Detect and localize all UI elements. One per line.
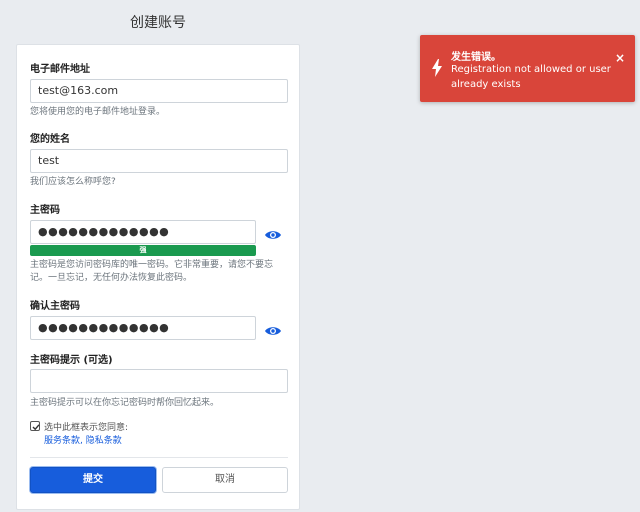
- name-label: 您的姓名: [30, 134, 70, 145]
- name-field[interactable]: test: [30, 149, 288, 173]
- toast-title: 发生错误。: [451, 52, 501, 63]
- divider: [30, 457, 288, 458]
- agree-text: 选中此框表示您同意:: [44, 423, 129, 433]
- submit-button[interactable]: 提交: [30, 467, 156, 493]
- terms-link[interactable]: 服务条款: [44, 436, 80, 446]
- privacy-link[interactable]: 隐私条款: [86, 436, 122, 446]
- eye-icon[interactable]: [264, 226, 282, 240]
- agree-checkbox[interactable]: [30, 421, 40, 431]
- close-icon[interactable]: ×: [615, 51, 625, 65]
- confirm-password-field[interactable]: ●●●●●●●●●●●●●: [30, 316, 256, 340]
- master-password-help: 主密码是您访问密码库的唯一密码。它非常重要，请您不要忘记。一旦忘记，无任何办法恢…: [30, 260, 274, 283]
- eye-icon[interactable]: [264, 322, 282, 336]
- email-label: 电子邮件地址: [30, 64, 90, 75]
- hint-field[interactable]: [30, 369, 288, 393]
- cancel-button[interactable]: 取消: [162, 467, 288, 493]
- password-strength-bar: 强: [30, 245, 256, 256]
- agree-links: 服务条款, 隐私条款: [44, 433, 122, 446]
- bolt-icon: [432, 59, 442, 81]
- hint-help: 主密码提示可以在你忘记密码时帮你回忆起来。: [30, 398, 220, 408]
- page-title: 创建账号: [130, 15, 186, 31]
- confirm-password-label: 确认主密码: [30, 301, 80, 312]
- hint-label: 主密码提示 (可选): [30, 355, 113, 366]
- master-password-label: 主密码: [30, 205, 60, 216]
- error-toast: 发生错误。 Registration not allowed or user a…: [420, 35, 635, 102]
- name-help: 我们应该怎么称呼您?: [30, 177, 116, 187]
- register-form-card: 电子邮件地址 test@163.com 您将使用您的电子邮件地址登录。 您的姓名…: [16, 44, 300, 510]
- email-field[interactable]: test@163.com: [30, 79, 288, 103]
- email-help: 您将使用您的电子邮件地址登录。: [30, 107, 166, 117]
- link-separator: ,: [80, 436, 83, 446]
- check-icon: [32, 424, 40, 431]
- toast-message: Registration not allowed or user already…: [451, 64, 611, 90]
- master-password-field[interactable]: ●●●●●●●●●●●●●: [30, 220, 256, 244]
